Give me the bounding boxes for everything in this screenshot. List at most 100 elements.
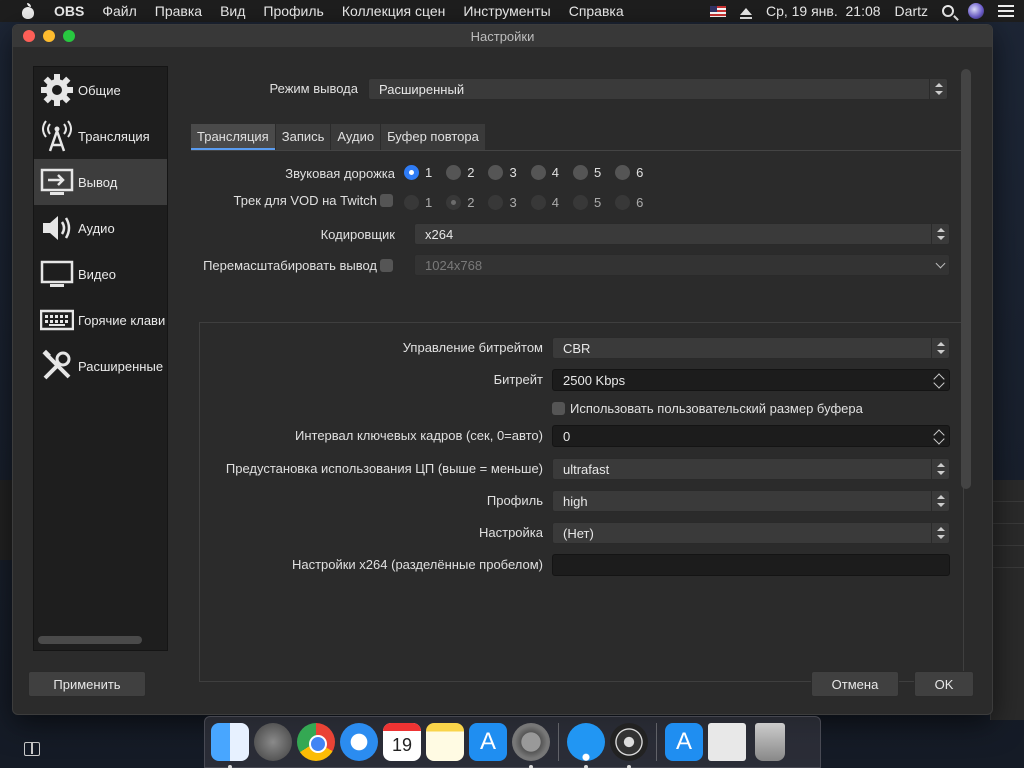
bitrate-spinbox[interactable]: 2500 Kbps: [552, 369, 950, 391]
vod-track-radio-5[interactable]: 5: [572, 195, 601, 210]
tab-replay-buffer[interactable]: Буфер повтора: [381, 124, 485, 150]
tab-audio[interactable]: Аудио: [331, 124, 381, 150]
audio-track-radio-2[interactable]: 2: [446, 165, 474, 180]
window-close-button[interactable]: [23, 30, 35, 42]
cancel-button[interactable]: Отмена: [811, 671, 899, 697]
menu-file[interactable]: Файл: [102, 3, 136, 19]
menu-view[interactable]: Вид: [220, 3, 245, 19]
tune-label: Настройка: [479, 525, 543, 540]
sidebar-item-stream[interactable]: Трансляция: [34, 113, 167, 159]
settings-sidebar: Общие Трансляция Вывод Аудио Видео Горяч…: [33, 66, 168, 651]
rescale-label: Перемасштабировать вывод: [203, 258, 377, 273]
output-tabs: Трансляция Запись Аудио Буфер повтора: [191, 124, 485, 150]
sidebar-item-label: Вывод: [78, 174, 118, 190]
spin-arrows-icon[interactable]: [933, 427, 947, 447]
sidebar-item-video[interactable]: Видео: [34, 251, 167, 297]
eject-icon[interactable]: [739, 7, 752, 19]
system-preferences-icon[interactable]: [512, 723, 550, 768]
window-title: Настройки: [470, 28, 535, 44]
apply-button[interactable]: Применить: [28, 671, 146, 697]
audio-track-radio-4[interactable]: 4: [530, 165, 559, 180]
output-mode-select[interactable]: Расширенный: [368, 78, 948, 100]
x264-options-input[interactable]: [552, 554, 950, 576]
finder-icon[interactable]: [211, 723, 249, 768]
cpu-preset-label: Предустановка использования ЦП (выше = м…: [225, 461, 543, 476]
menu-edit[interactable]: Правка: [155, 3, 202, 19]
profile-label: Профиль: [486, 493, 543, 508]
sidebar-item-label: Видео: [78, 266, 116, 282]
trash-icon[interactable]: [755, 723, 785, 761]
document-icon[interactable]: [708, 723, 746, 761]
spotlight-search-icon[interactable]: [942, 5, 954, 17]
vod-track-radio-2[interactable]: 2: [446, 195, 474, 210]
safari-icon[interactable]: [340, 723, 378, 761]
menubar-datetime[interactable]: Ср, 19 янв. 21:08: [766, 3, 881, 19]
bitrate-label: Битрейт: [493, 372, 543, 387]
output-mode-label: Режим вывода: [269, 81, 358, 96]
keyframe-interval-value: 0: [563, 429, 571, 444]
profile-select[interactable]: high: [552, 490, 950, 512]
sidebar-item-advanced[interactable]: Расширенные: [34, 343, 167, 389]
content-vertical-scrollbar[interactable]: [961, 69, 971, 489]
x264-options-label: Настройки x264 (разделённые пробелом): [291, 557, 543, 572]
tab-recording[interactable]: Запись: [275, 124, 331, 150]
audio-track-radio-5[interactable]: 5: [572, 165, 601, 180]
apple-icon[interactable]: [20, 3, 36, 19]
sidebar-item-output[interactable]: Вывод: [34, 159, 167, 205]
sidebar-item-label: Общие: [78, 82, 121, 98]
app-store-downloads-icon[interactable]: A: [665, 723, 703, 761]
tune-select[interactable]: (Нет): [552, 522, 950, 544]
menu-scene-collection[interactable]: Коллекция сцен: [342, 3, 446, 19]
menu-app-obs[interactable]: OBS: [54, 3, 84, 19]
menu-help[interactable]: Справка: [569, 3, 624, 19]
chrome-icon[interactable]: [297, 723, 335, 761]
ok-button[interactable]: OK: [914, 671, 974, 697]
menu-tools[interactable]: Инструменты: [463, 3, 550, 19]
wifi-icon[interactable]: [567, 723, 605, 768]
menubar-user[interactable]: Dartz: [895, 3, 928, 19]
audio-track-radio-1[interactable]: 1: [404, 165, 432, 180]
dock: 19 A A: [204, 716, 821, 768]
notes-icon[interactable]: [426, 723, 464, 761]
calendar-icon[interactable]: 19: [383, 723, 421, 761]
window-titlebar: Настройки: [13, 25, 992, 47]
keyframe-interval-spinbox[interactable]: 0: [552, 425, 950, 447]
audio-track-radio-6[interactable]: 6: [615, 165, 643, 180]
encoder-select[interactable]: x264: [414, 223, 950, 245]
vod-track-label: Трек для VOD на Twitch: [233, 193, 377, 208]
rescale-checkbox[interactable]: [380, 259, 393, 272]
notification-center-icon[interactable]: [998, 5, 1014, 17]
rescale-select[interactable]: 1024x768: [414, 254, 950, 276]
menu-bar: OBS Файл Правка Вид Профиль Коллекция сц…: [0, 0, 1024, 22]
rate-control-select[interactable]: CBR: [552, 337, 950, 359]
sidebar-item-label: Аудио: [78, 220, 115, 236]
dock-separator: [656, 723, 657, 761]
vod-track-checkbox[interactable]: [380, 194, 393, 207]
bitrate-value: 2500 Kbps: [563, 373, 626, 388]
siri-icon[interactable]: [968, 3, 984, 19]
encoder-label: Кодировщик: [320, 227, 395, 242]
vod-track-radio-1[interactable]: 1: [404, 195, 432, 210]
vod-track-radio-3[interactable]: 3: [488, 195, 517, 210]
custom-buffer-label: Использовать пользовательский размер буф…: [570, 401, 863, 416]
window-minimize-button[interactable]: [43, 30, 55, 42]
sidebar-horizontal-scrollbar[interactable]: [38, 636, 142, 644]
tab-stream[interactable]: Трансляция: [191, 124, 275, 150]
cpu-preset-select[interactable]: ultrafast: [552, 458, 950, 480]
sidebar-item-audio[interactable]: Аудио: [34, 205, 167, 251]
menu-profile[interactable]: Профиль: [263, 3, 323, 19]
keyboard-layout-flag-icon[interactable]: [709, 5, 726, 17]
spin-arrows-icon[interactable]: [933, 371, 947, 391]
vod-track-radio-4[interactable]: 4: [530, 195, 559, 210]
sidebar-item-general[interactable]: Общие: [34, 67, 167, 113]
audio-track-radio-3[interactable]: 3: [488, 165, 517, 180]
custom-buffer-checkbox[interactable]: [552, 402, 565, 415]
app-store-icon[interactable]: A: [469, 723, 507, 761]
rate-control-label: Управление битрейтом: [402, 340, 543, 355]
obs-icon[interactable]: [610, 723, 648, 768]
vod-track-radio-6[interactable]: 6: [615, 195, 643, 210]
sidebar-item-hotkeys[interactable]: Горячие клави: [34, 297, 167, 343]
launchpad-icon[interactable]: [254, 723, 292, 761]
window-maximize-button[interactable]: [63, 30, 75, 42]
updown-arrows-icon: [929, 79, 947, 99]
